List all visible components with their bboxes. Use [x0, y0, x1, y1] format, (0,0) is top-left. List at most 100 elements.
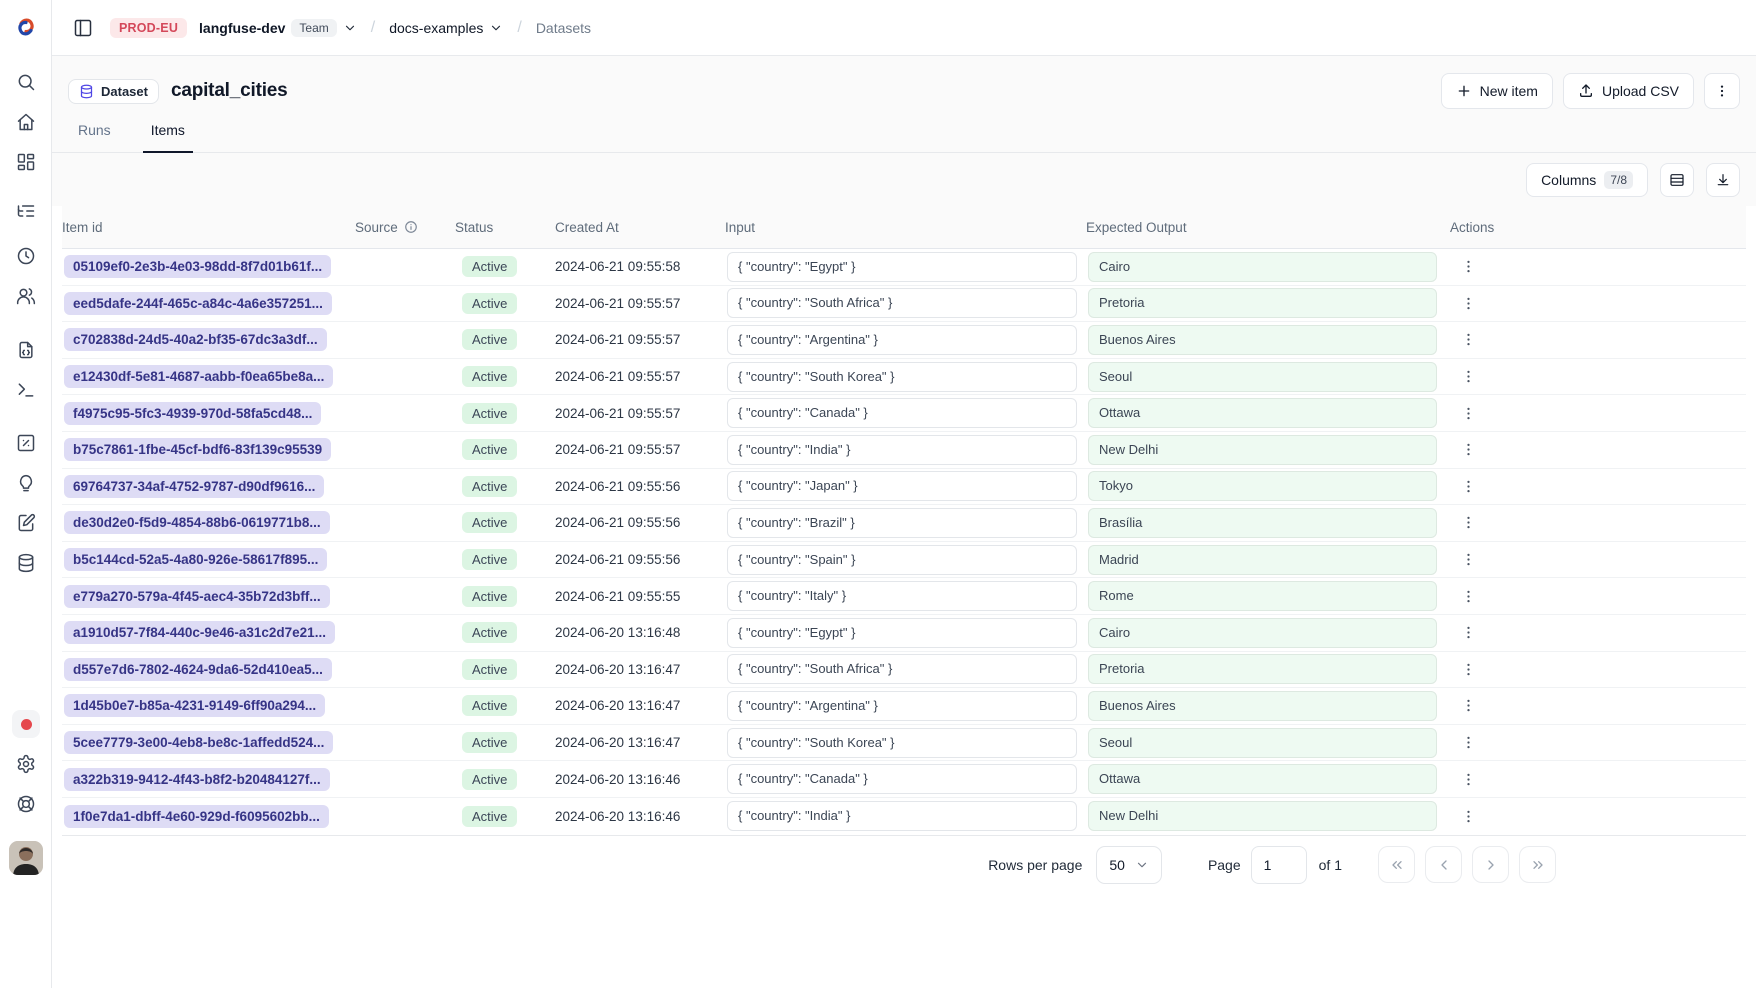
input-value[interactable]: { "country": "South Africa" }	[727, 654, 1077, 684]
input-value[interactable]: { "country": "Egypt" }	[727, 252, 1077, 282]
columns-button[interactable]: Columns 7/8	[1526, 163, 1648, 197]
table-row[interactable]: d557e7d6-7802-4624-9da6-52d410ea5... Act…	[62, 652, 1746, 689]
support-icon[interactable]	[10, 788, 42, 820]
row-actions-button[interactable]	[1455, 364, 1481, 390]
sessions-icon[interactable]	[10, 240, 42, 272]
page-number-input[interactable]	[1251, 846, 1307, 884]
expected-output-value[interactable]: Rome	[1088, 581, 1437, 611]
item-id-badge[interactable]: e12430df-5e81-4687-aabb-f0ea65be8a...	[64, 365, 333, 388]
rows-per-page-select[interactable]: 50	[1096, 846, 1162, 884]
lightbulb-icon[interactable]	[10, 468, 42, 500]
expected-output-value[interactable]: Pretoria	[1088, 288, 1437, 318]
item-id-badge[interactable]: de30d2e0-f5d9-4854-88b6-0619771b8...	[64, 511, 330, 534]
playground-icon[interactable]	[10, 374, 42, 406]
datasets-icon[interactable]	[10, 547, 42, 579]
row-actions-button[interactable]	[1455, 254, 1481, 280]
users-icon[interactable]	[10, 280, 42, 312]
input-value[interactable]: { "country": "South Korea" }	[727, 362, 1077, 392]
input-value[interactable]: { "country": "India" }	[727, 435, 1077, 465]
col-header-status[interactable]: Status	[455, 220, 555, 235]
table-row[interactable]: eed5dafe-244f-465c-a84c-4a6e357251... Ac…	[62, 286, 1746, 323]
col-header-source[interactable]: Source	[355, 220, 455, 235]
table-row[interactable]: b5c144cd-52a5-4a80-926e-58617f895... Act…	[62, 542, 1746, 579]
last-page-button[interactable]	[1519, 846, 1556, 883]
item-id-badge[interactable]: eed5dafe-244f-465c-a84c-4a6e357251...	[64, 292, 332, 315]
table-row[interactable]: a1910d57-7f84-440c-9e46-a31c2d7e21... Ac…	[62, 615, 1746, 652]
expected-output-value[interactable]: Cairo	[1088, 618, 1437, 648]
table-row[interactable]: 69764737-34af-4752-9787-d90df9616... Act…	[62, 469, 1746, 506]
input-value[interactable]: { "country": "Argentina" }	[727, 691, 1077, 721]
table-row[interactable]: de30d2e0-f5d9-4854-88b6-0619771b8... Act…	[62, 505, 1746, 542]
expected-output-value[interactable]: Brasília	[1088, 508, 1437, 538]
next-page-button[interactable]	[1472, 846, 1509, 883]
row-actions-button[interactable]	[1455, 547, 1481, 573]
first-page-button[interactable]	[1378, 846, 1415, 883]
expected-output-value[interactable]: Cairo	[1088, 252, 1437, 282]
input-value[interactable]: { "country": "Egypt" }	[727, 618, 1077, 648]
col-header-input[interactable]: Input	[725, 220, 1086, 235]
input-value[interactable]: { "country": "Canada" }	[727, 764, 1077, 794]
input-value[interactable]: { "country": "Argentina" }	[727, 325, 1077, 355]
input-value[interactable]: { "country": "South Africa" }	[727, 288, 1077, 318]
prompts-icon[interactable]	[10, 334, 42, 366]
table-row[interactable]: 5cee7779-3e00-4eb8-be8c-1affedd524... Ac…	[62, 725, 1746, 762]
new-item-button[interactable]: New item	[1441, 73, 1553, 109]
row-actions-button[interactable]	[1455, 803, 1481, 829]
item-id-badge[interactable]: f4975c95-5fc3-4939-970d-58fa5cd48...	[64, 402, 321, 425]
row-actions-button[interactable]	[1455, 656, 1481, 682]
table-row[interactable]: b75c7861-1fbe-45cf-bdf6-83f139c95539 Act…	[62, 432, 1746, 469]
input-value[interactable]: { "country": "Spain" }	[727, 545, 1077, 575]
input-value[interactable]: { "country": "South Korea" }	[727, 728, 1077, 758]
item-id-badge[interactable]: d557e7d6-7802-4624-9da6-52d410ea5...	[64, 658, 332, 681]
breadcrumb-current[interactable]: Datasets	[536, 20, 591, 36]
evaluation-icon[interactable]	[10, 427, 42, 459]
expected-output-value[interactable]: Ottawa	[1088, 398, 1437, 428]
input-value[interactable]: { "country": "Japan" }	[727, 471, 1077, 501]
table-row[interactable]: 05109ef0-2e3b-4e03-98dd-8f7d01b61f... Ac…	[62, 249, 1746, 286]
expected-output-value[interactable]: New Delhi	[1088, 801, 1437, 831]
recording-status-dot[interactable]	[12, 710, 40, 738]
project-switcher[interactable]: docs-examples	[389, 20, 503, 36]
table-row[interactable]: c702838d-24d5-40a2-bf35-67dc3a3df... Act…	[62, 322, 1746, 359]
row-actions-button[interactable]	[1455, 473, 1481, 499]
row-actions-button[interactable]	[1455, 290, 1481, 316]
table-row[interactable]: f4975c95-5fc3-4939-970d-58fa5cd48... Act…	[62, 395, 1746, 432]
org-switcher[interactable]: langfuse-dev Team	[199, 19, 357, 37]
home-icon[interactable]	[10, 106, 42, 138]
item-id-badge[interactable]: 69764737-34af-4752-9787-d90df9616...	[64, 475, 324, 498]
table-row[interactable]: 1f0e7da1-dbff-4e60-929d-f6095602bb... Ac…	[62, 798, 1746, 835]
table-row[interactable]: e779a270-579a-4f45-aec4-35b72d3bff... Ac…	[62, 578, 1746, 615]
table-row[interactable]: e12430df-5e81-4687-aabb-f0ea65be8a... Ac…	[62, 359, 1746, 396]
expected-output-value[interactable]: Pretoria	[1088, 654, 1437, 684]
settings-icon[interactable]	[10, 748, 42, 780]
expected-output-value[interactable]: New Delhi	[1088, 435, 1437, 465]
tab-runs[interactable]: Runs	[70, 118, 119, 153]
sidebar-toggle-icon[interactable]	[68, 13, 98, 43]
item-id-badge[interactable]: 5cee7779-3e00-4eb8-be8c-1affedd524...	[64, 731, 333, 754]
input-value[interactable]: { "country": "Brazil" }	[727, 508, 1077, 538]
user-avatar[interactable]	[9, 841, 43, 875]
row-height-button[interactable]	[1660, 163, 1694, 197]
col-header-expected-output[interactable]: Expected Output	[1086, 220, 1448, 235]
col-header-created-at[interactable]: Created At	[555, 220, 725, 235]
row-actions-button[interactable]	[1455, 327, 1481, 353]
item-id-badge[interactable]: b5c144cd-52a5-4a80-926e-58617f895...	[64, 548, 327, 571]
row-actions-button[interactable]	[1455, 730, 1481, 756]
row-actions-button[interactable]	[1455, 766, 1481, 792]
row-actions-button[interactable]	[1455, 510, 1481, 536]
item-id-badge[interactable]: 1d45b0e7-b85a-4231-9149-6ff90a294...	[64, 694, 325, 717]
input-value[interactable]: { "country": "Italy" }	[727, 581, 1077, 611]
annotation-queues-icon[interactable]	[10, 507, 42, 539]
item-id-badge[interactable]: 05109ef0-2e3b-4e03-98dd-8f7d01b61f...	[64, 255, 331, 278]
item-id-badge[interactable]: 1f0e7da1-dbff-4e60-929d-f6095602bb...	[64, 805, 329, 828]
table-row[interactable]: a322b319-9412-4f43-b8f2-b20484127f... Ac…	[62, 761, 1746, 798]
item-id-badge[interactable]: c702838d-24d5-40a2-bf35-67dc3a3df...	[64, 328, 327, 351]
export-button[interactable]	[1706, 163, 1740, 197]
item-id-badge[interactable]: a1910d57-7f84-440c-9e46-a31c2d7e21...	[64, 621, 335, 644]
row-actions-button[interactable]	[1455, 583, 1481, 609]
previous-page-button[interactable]	[1425, 846, 1462, 883]
expected-output-value[interactable]: Buenos Aires	[1088, 691, 1437, 721]
row-actions-button[interactable]	[1455, 400, 1481, 426]
chevron-down-icon[interactable]	[343, 21, 357, 35]
expected-output-value[interactable]: Tokyo	[1088, 471, 1437, 501]
